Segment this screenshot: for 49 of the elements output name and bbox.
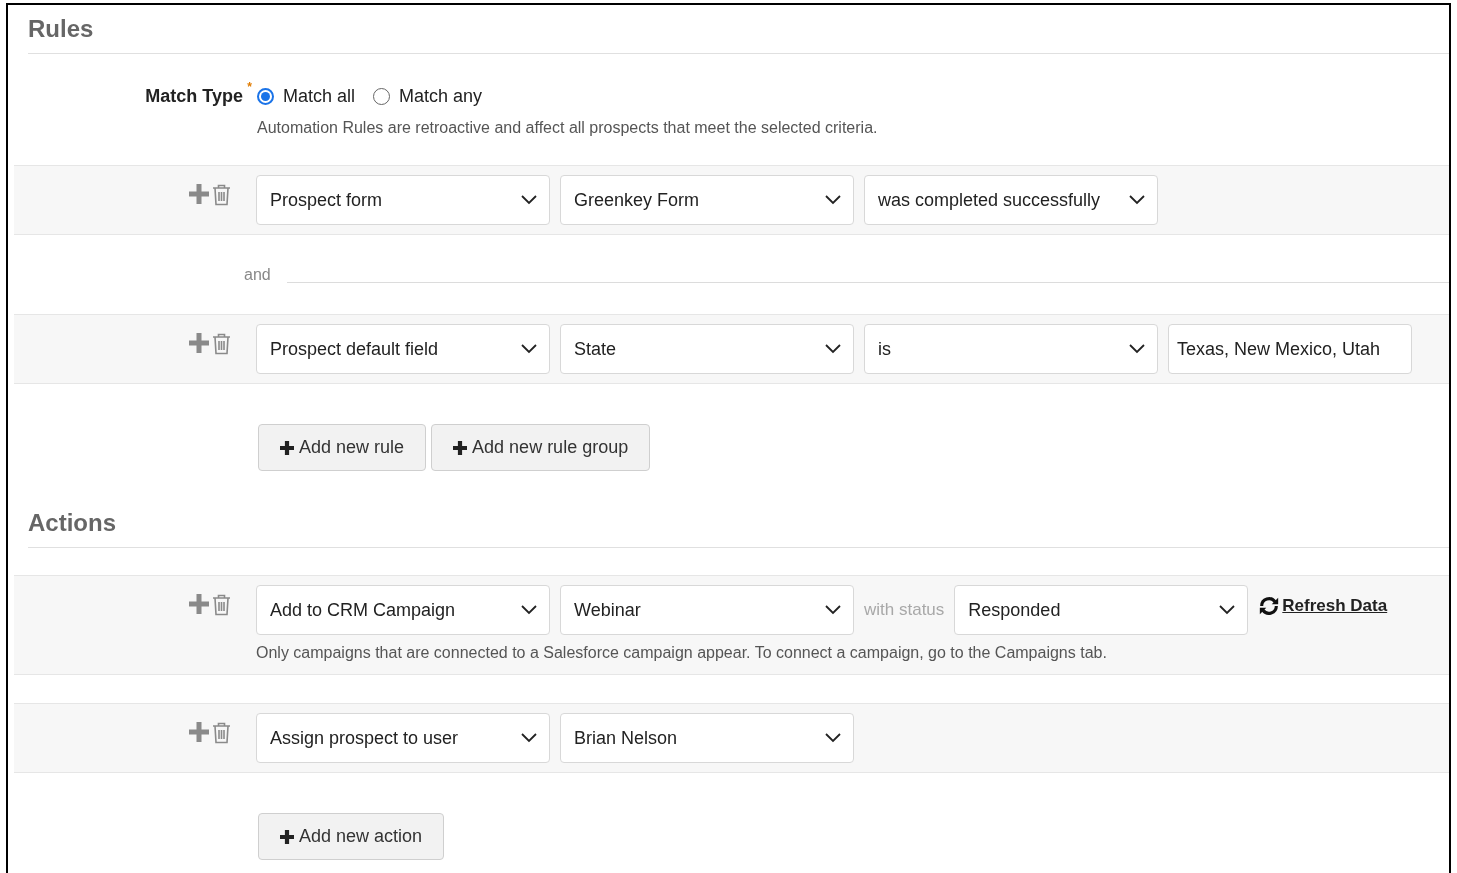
add-button[interactable]: Add new action bbox=[258, 813, 445, 860]
chevron-down-icon bbox=[521, 195, 537, 205]
trash-icon[interactable] bbox=[212, 722, 231, 744]
chevron-down-icon bbox=[825, 733, 841, 743]
plus-icon[interactable] bbox=[189, 722, 209, 742]
add-button[interactable]: Add new rule bbox=[258, 424, 427, 471]
dropdown[interactable]: State bbox=[560, 324, 854, 374]
radio-option[interactable]: Match all bbox=[257, 83, 356, 110]
chevron-down-icon bbox=[825, 344, 841, 354]
trash-icon[interactable] bbox=[212, 594, 231, 616]
dropdown[interactable]: Add to CRM Campaign bbox=[256, 585, 550, 635]
radio-option[interactable]: Match any bbox=[373, 83, 483, 110]
trash-icon[interactable] bbox=[212, 333, 231, 355]
plus-icon[interactable] bbox=[189, 594, 209, 614]
dropdown[interactable]: Brian Nelson bbox=[560, 713, 854, 763]
dropdown[interactable]: Prospect form bbox=[256, 175, 550, 225]
chevron-down-icon bbox=[1129, 344, 1145, 354]
chevron-down-icon bbox=[825, 195, 841, 205]
dropdown[interactable]: Webinar bbox=[560, 585, 854, 635]
and-label: and bbox=[244, 264, 271, 285]
field-label: with status bbox=[864, 599, 945, 622]
refresh-icon bbox=[1258, 594, 1281, 617]
plus-icon[interactable] bbox=[189, 333, 209, 353]
required-mark: * bbox=[247, 79, 252, 96]
radio[interactable] bbox=[257, 88, 274, 105]
chevron-down-icon bbox=[521, 344, 537, 354]
plus-icon bbox=[280, 440, 294, 455]
plus-icon bbox=[453, 440, 468, 455]
section-title: Actions bbox=[28, 509, 117, 537]
dropdown[interactable]: Greenkey Form bbox=[560, 175, 854, 225]
input-field[interactable]: Texas, New Mexico, Utah bbox=[1168, 324, 1412, 374]
chevron-down-icon bbox=[521, 733, 537, 743]
trash-icon[interactable] bbox=[212, 184, 231, 206]
plus-icon bbox=[280, 829, 294, 844]
help-text: Automation Rules are retroactive and affect all prospects that meet the selected criteria. bbox=[257, 118, 878, 138]
dropdown[interactable]: is bbox=[864, 324, 1158, 374]
chevron-down-icon bbox=[521, 605, 537, 615]
chevron-down-icon bbox=[1219, 605, 1236, 615]
dropdown[interactable]: was completed successfully bbox=[864, 175, 1158, 225]
dropdown[interactable]: Assign prospect to user bbox=[256, 713, 550, 763]
help-text: Only campaigns that are connected to a Salesforce campaign appear. To connect a campaign, go to the Campaigns tab. bbox=[256, 643, 1108, 663]
dropdown[interactable]: Responded bbox=[954, 585, 1249, 635]
section-title: Rules bbox=[28, 15, 95, 43]
refresh-data-link[interactable]: Refresh Data bbox=[1258, 593, 1388, 619]
add-button[interactable]: Add new rule group bbox=[431, 424, 651, 471]
dropdown[interactable]: Prospect default field bbox=[256, 324, 550, 374]
plus-icon[interactable] bbox=[189, 184, 209, 204]
chevron-down-icon bbox=[825, 605, 841, 615]
chevron-down-icon bbox=[1129, 195, 1145, 205]
